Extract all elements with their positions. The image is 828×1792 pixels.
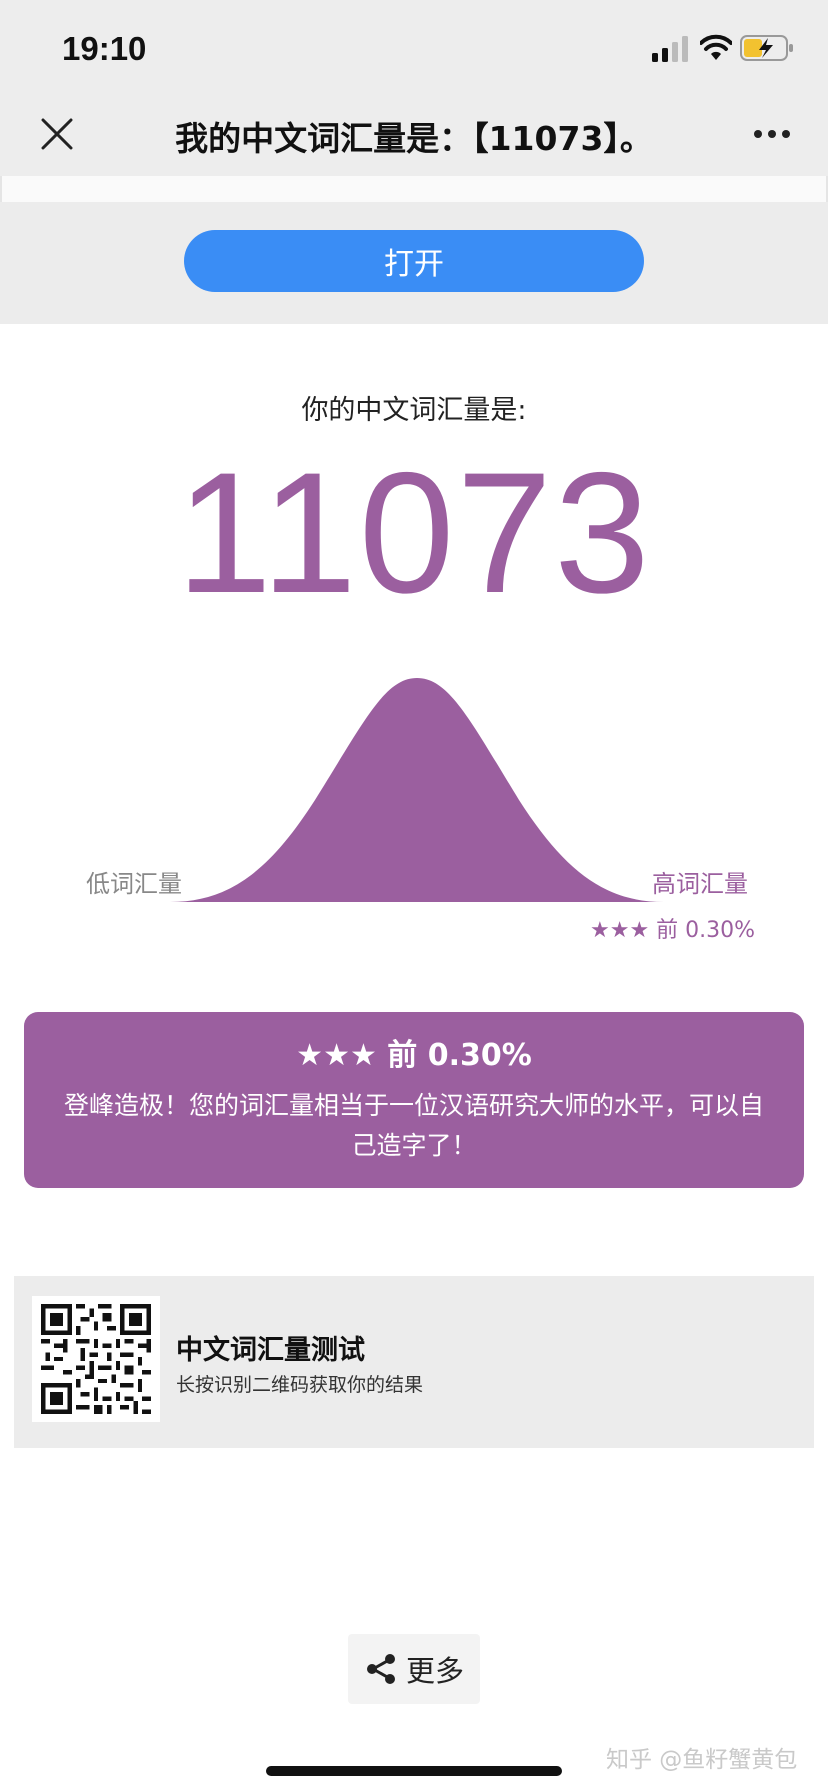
bell-curve-shape (170, 678, 664, 902)
share-icon (366, 1654, 395, 1684)
qr-title: 中文词汇量测试 (176, 1335, 365, 1366)
qr-card: 中文词汇量测试 长按识别二维码获取你的结果 (14, 1276, 814, 1448)
verdict-rank: ★★★ 前 0.30% (296, 1038, 532, 1073)
status-time: 19:10 (62, 30, 147, 67)
status-bar: 19:10 (0, 0, 828, 98)
qr-frame (32, 1296, 160, 1422)
low-vocabulary-label: 低词汇量 (86, 870, 182, 898)
page: 19:10 我的中文词汇量是：【11073】。 打开 你的中文词汇量是: 110… (0, 0, 828, 1792)
battery-charging-icon (740, 35, 793, 61)
rank-marker: ★★★ 前 0.30% (590, 918, 756, 943)
close-icon[interactable] (38, 115, 76, 153)
open-button[interactable]: 打开 (184, 230, 644, 292)
banner-top-sliver (0, 176, 828, 202)
qr-code-icon[interactable] (41, 1304, 151, 1414)
verdict-card: ★★★ 前 0.30% 登峰造极！您的词汇量相当于一位汉语研究大师的水平，可以自… (24, 1012, 804, 1188)
more-dots-icon[interactable] (752, 126, 792, 142)
qr-subtitle: 长按识别二维码获取你的结果 (176, 1374, 424, 1396)
result-label: 你的中文词汇量是: (301, 395, 527, 426)
watermark: 知乎 @鱼籽蟹黄包 (606, 1747, 798, 1773)
wifi-icon (700, 34, 732, 60)
more-share-button[interactable]: 更多 (348, 1634, 480, 1704)
high-vocabulary-label: 高词汇量 (652, 870, 748, 898)
page-title: 我的中文词汇量是：【11073】。 (175, 119, 653, 158)
distribution-curve (170, 678, 664, 902)
vocabulary-score: 11073 (176, 437, 652, 629)
more-label: 更多 (405, 1654, 464, 1688)
nav-bar: 我的中文词汇量是：【11073】。 (0, 98, 828, 176)
open-app-banner: 打开 (0, 176, 828, 324)
cellular-signal-icon (652, 36, 688, 62)
verdict-description: 登峰造极！您的词汇量相当于一位汉语研究大师的水平，可以自己造字了！ (63, 1091, 764, 1160)
home-indicator[interactable] (266, 1766, 562, 1776)
